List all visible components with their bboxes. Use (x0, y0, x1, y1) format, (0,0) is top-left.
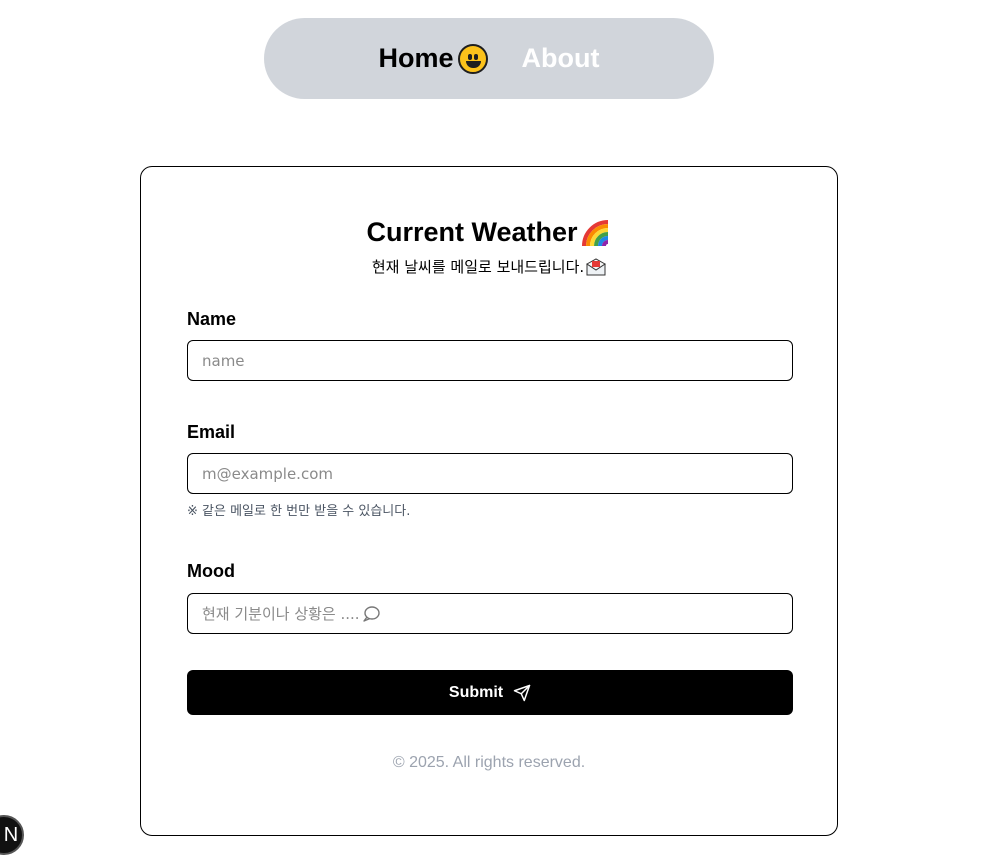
nav-about-link[interactable]: About (522, 43, 600, 74)
grinning-face-icon (457, 43, 488, 74)
email-label: Email (187, 422, 236, 442)
top-nav: Home About (264, 18, 714, 99)
envelope-icon (586, 258, 607, 276)
weather-form-card: Current Weather 현재 날씨를 메일로 보내드립니다. Name … (140, 166, 838, 836)
dev-badge-label: N (3, 823, 19, 846)
card-subtitle: 현재 날씨를 메일로 보내드립니다. (141, 256, 837, 278)
name-input[interactable] (187, 340, 793, 381)
card-title: Current Weather (141, 215, 837, 249)
nav-home-label: Home (378, 43, 454, 73)
rainbow-icon (580, 217, 612, 247)
submit-label: Submit (448, 683, 504, 701)
send-icon (513, 684, 531, 702)
name-label: Name (187, 309, 237, 329)
email-hint: ※ 같은 메일로 한 번만 받을 수 있습니다. (187, 504, 411, 519)
mood-label: Mood (187, 561, 235, 581)
nav-home-link[interactable]: Home (379, 43, 488, 74)
card-subtitle-text: 현재 날씨를 메일로 보내드립니다. (371, 258, 585, 276)
mood-placeholder: 현재 기분이나 상황은 .... (202, 605, 360, 623)
mood-input[interactable]: 현재 기분이나 상황은 .... (187, 593, 793, 634)
submit-button[interactable]: Submit (187, 670, 793, 715)
dev-tools-badge[interactable]: N (0, 815, 24, 855)
card-title-text: Current Weather (366, 217, 578, 247)
speech-bubble-icon (362, 605, 380, 623)
footer-copyright: © 2025. All rights reserved. (392, 754, 586, 771)
nav-about-label: About (521, 43, 600, 73)
email-input[interactable] (187, 453, 793, 494)
